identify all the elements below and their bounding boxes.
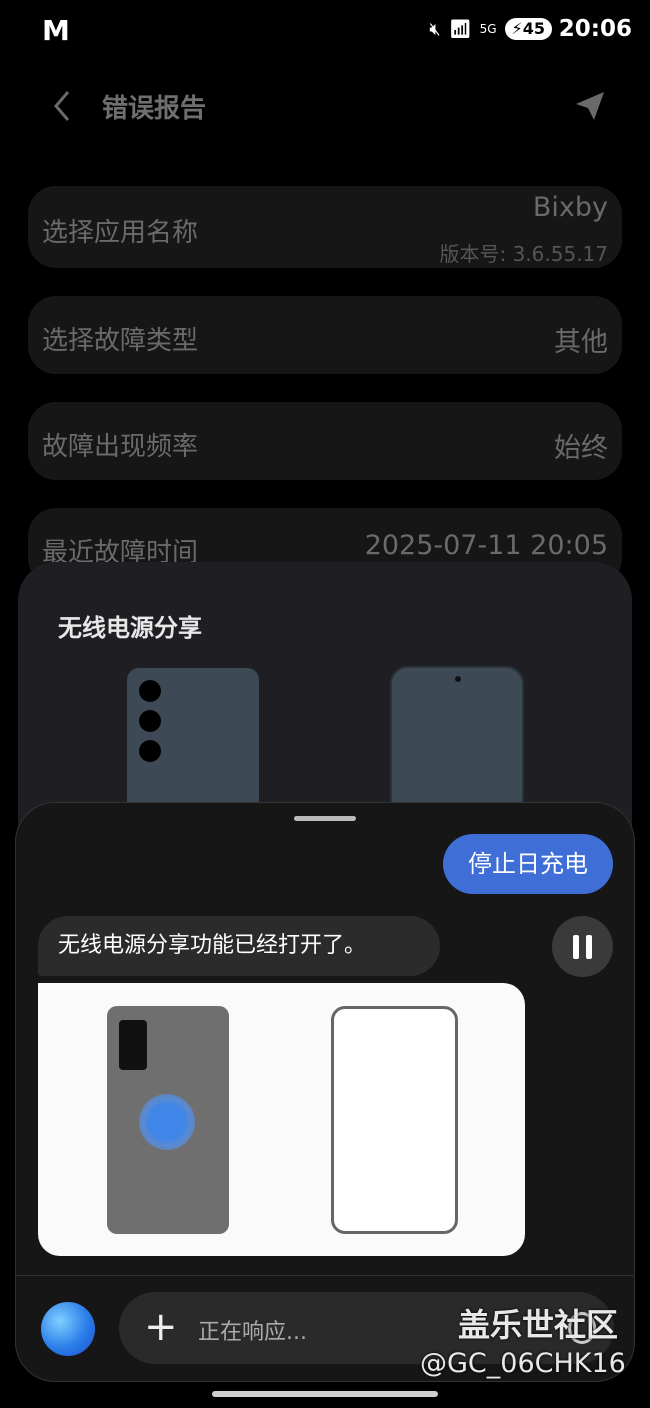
phone-back-illustration — [127, 668, 259, 818]
home-indicator[interactable] — [212, 1391, 438, 1397]
watermark-title: 盖乐世社区 — [458, 1306, 619, 1344]
input-status-text: 正在响应... — [198, 1320, 307, 1345]
pause-button[interactable] — [552, 916, 613, 977]
front-camera — [455, 676, 461, 682]
app-select-label: 选择应用名称 — [42, 218, 199, 248]
status-bar: M 🔇︎ 📶︎ 5G ⚡45 20:06 — [0, 0, 650, 60]
camera-lens — [139, 710, 161, 732]
fault-frequency-row[interactable]: 故障出现频率 始终 — [28, 402, 622, 480]
fault-time-value: 2025-07-11 20:05 — [364, 530, 608, 561]
bixby-icon[interactable] — [41, 1302, 95, 1356]
battery-level: 45 — [522, 19, 545, 38]
network-label: 5G — [479, 22, 497, 36]
status-icons: 🔇︎ 📶︎ 5G ⚡45 — [429, 18, 552, 40]
page-title: 错误报告 — [102, 94, 207, 124]
divider — [15, 1275, 635, 1276]
phone-outline-illustration — [331, 1006, 458, 1234]
wifi-icon: 📶︎ — [448, 18, 472, 40]
camera-module — [119, 1020, 147, 1070]
phone-front-illustration — [390, 666, 524, 816]
send-icon[interactable] — [570, 86, 610, 126]
fault-type-value: 其他 — [554, 327, 608, 358]
app-version: 版本号: 3.6.55.17 — [439, 242, 608, 266]
user-message-bubble: 停止日充电 — [443, 834, 613, 894]
fault-frequency-value: 始终 — [554, 433, 608, 464]
clock: 20:06 — [558, 16, 632, 42]
app-select-value: Bixby — [532, 192, 608, 223]
assistant-message-bubble: 无线电源分享功能已经打开了。 — [38, 916, 440, 976]
mute-icon: 🔇︎ — [429, 18, 441, 40]
charging-coil-icon — [139, 1094, 195, 1150]
camera-lens — [139, 740, 161, 762]
drag-handle[interactable] — [294, 816, 356, 821]
camera-lens — [139, 680, 161, 702]
app-logo-icon: M — [42, 14, 70, 47]
app-select-row[interactable]: 选择应用名称 Bixby 版本号: 3.6.55.17 — [28, 186, 622, 268]
back-icon[interactable] — [46, 86, 82, 126]
battery-indicator: ⚡45 — [504, 18, 552, 40]
wireless-powershare-title: 无线电源分享 — [58, 614, 202, 642]
fault-type-row[interactable]: 选择故障类型 其他 — [28, 296, 622, 374]
phone-back-illustration — [107, 1006, 229, 1234]
watermark-handle: @GC_06CHK16 — [420, 1348, 626, 1379]
fault-type-label: 选择故障类型 — [42, 326, 199, 356]
plus-icon[interactable]: + — [144, 1303, 178, 1351]
fault-frequency-label: 故障出现频率 — [42, 432, 199, 462]
